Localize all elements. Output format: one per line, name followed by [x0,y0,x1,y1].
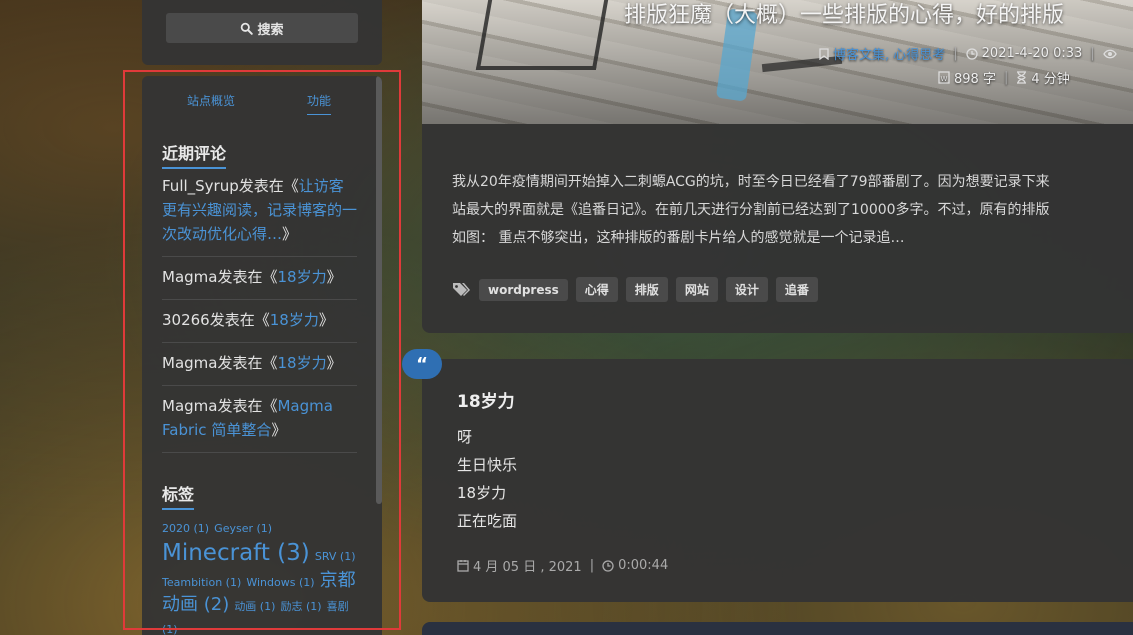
status-card: 18岁力 呀 生日快乐 18岁力 正在吃面 4 月 05 日 , 2021 | … [422,359,1133,602]
sidebar-scrollbar[interactable] [376,76,382,504]
article-word-count: 898 字 [954,72,996,87]
comment-author: Magma [162,354,218,372]
tag-link[interactable]: Minecraft (3) [162,540,310,566]
status-meta: 4 月 05 日 , 2021 | 0:00:44 [457,556,668,575]
tag-link[interactable]: 励志 (1) [280,600,321,613]
comment-post-link[interactable]: 18岁力 [270,311,319,329]
list-item: Magma发表在《Magma Fabric 简单整合》 [162,386,357,453]
excerpt-line: 如图： 重点不够突出，这种排版的番剧卡片给人的感觉就是一个记录追… [452,230,905,246]
recent-comments-list: Full_Syrup发表在《让访客更有兴趣阅读，记录博客的一次改动优化心得…》 … [162,172,357,453]
search-label: 搜索 [257,22,284,38]
tag-pill[interactable]: 心得 [575,277,618,302]
tag-link[interactable]: 2020 (1) [162,522,209,535]
comment-end: 》 [326,354,342,372]
comment-author: Full_Syrup [162,177,239,195]
tag-pill[interactable]: 追番 [775,277,818,302]
search-card: 搜索 [142,0,382,65]
hourglass-icon [1017,71,1027,84]
search-icon [241,22,254,35]
meta-separator: | [1003,70,1009,85]
recent-comments-title: 近期评论 [162,140,227,169]
list-item: 30266发表在《18岁力》 [162,300,357,343]
calendar-icon [457,560,469,572]
comment-end: 》 [318,311,334,329]
comment-author: Magma [162,397,218,415]
comment-end: 》 [282,225,298,243]
status-line: 生日快乐 [457,456,518,474]
tag-link[interactable]: 动画 (1) [234,600,275,613]
tags-title: 标签 [162,481,195,510]
tag-link[interactable]: Teambition (1) [162,576,241,589]
meta-separator: | [589,558,595,573]
comment-verb: 发表在《 [217,268,278,286]
tag-pill[interactable]: 设计 [725,277,768,302]
comment-post-link[interactable]: 18岁力 [277,268,326,286]
comment-end: 》 [326,268,342,286]
list-item: Magma发表在《18岁力》 [162,257,357,300]
article-categories[interactable]: 博客文集, 心得思考 [833,44,945,63]
comment-post-link[interactable]: 18岁力 [277,354,326,372]
word-count-icon: W [938,71,950,84]
search-button[interactable]: 搜索 [166,13,358,43]
bookmark-icon [819,47,829,60]
status-content: 呀 生日快乐 18岁力 正在吃面 [457,423,517,535]
comment-verb: 发表在《 [238,177,299,195]
list-item: Full_Syrup发表在《让访客更有兴趣阅读，记录博客的一次改动优化心得…》 [162,172,357,257]
status-line: 正在吃面 [457,512,518,530]
article-title[interactable]: 排版狂魔（大概）一些排版的心得，好的排版 [624,0,1064,29]
tag-cloud: 2020 (1) Geyser (1) Minecraft (3) SRV (1… [162,516,362,635]
svg-text:W: W [941,75,948,83]
excerpt-line: 我从20年疫情期间开始掉入二刺螈ACG的坑，时至今日已经看了79部番剧了。因为想… [452,174,1050,190]
quote-icon: “ [402,349,442,379]
sidebar-tabs: 站点概览 功能 [142,92,376,118]
cover-sketch-line [475,0,609,70]
comment-author: 30266 [162,311,210,329]
tag-link[interactable]: Geyser (1) [214,522,272,535]
excerpt-line: 站最大的界面就是《追番日记》。在前几天进行分割前已经达到了10000多字。不过，… [452,202,1050,218]
tag-pill[interactable]: 网站 [675,277,718,302]
comment-author: Magma [162,268,218,286]
tag-pill[interactable]: 排版 [625,277,668,302]
comment-verb: 发表在《 [209,311,270,329]
article-card: 排版狂魔（大概）一些排版的心得，好的排版 博客文集, 心得思考 | 2021-4… [422,0,1133,333]
article-date: 2021-4-20 0:33 [981,46,1083,61]
meta-separator: | [953,46,958,61]
list-item: Magma发表在《18岁力》 [162,343,357,386]
status-line: 18岁力 [457,484,507,502]
status-date: 4 月 05 日 , 2021 [473,560,582,575]
clock-icon [966,47,978,60]
comment-end: 》 [271,421,287,439]
tags-icon [453,283,470,296]
status-title: 18岁力 [457,392,515,412]
meta-separator: | [1090,46,1095,61]
article-read-time: 4 分钟 [1031,72,1070,87]
comment-verb: 发表在《 [217,397,278,415]
article-stats: W 898 字 | 4 分钟 [938,68,1070,87]
tab-site-overview[interactable]: 站点概览 [187,92,235,109]
tab-functions[interactable]: 功能 [307,92,332,115]
article-meta: 博客文集, 心得思考 | 2021-4-20 0:33 | [819,44,1117,63]
eye-icon [1102,49,1117,58]
article-tags: wordpress 心得 排版 网站 设计 追番 [452,277,818,302]
clock-icon [602,559,614,572]
status-line: 呀 [457,428,473,446]
sidebar-widget: 站点概览 功能 近期评论 Full_Syrup发表在《让访客更有兴趣阅读，记录博… [142,76,382,635]
tag-link[interactable]: Windows (1) [246,576,314,589]
comment-verb: 发表在《 [217,354,278,372]
next-post-card [422,622,1133,635]
tag-link[interactable]: SRV (1) [315,550,356,563]
status-time: 0:00:44 [618,558,669,573]
article-excerpt: 我从20年疫情期间开始掉入二刺螈ACG的坑，时至今日已经看了79部番剧了。因为想… [452,168,1133,252]
tag-pill[interactable]: wordpress [479,278,568,301]
